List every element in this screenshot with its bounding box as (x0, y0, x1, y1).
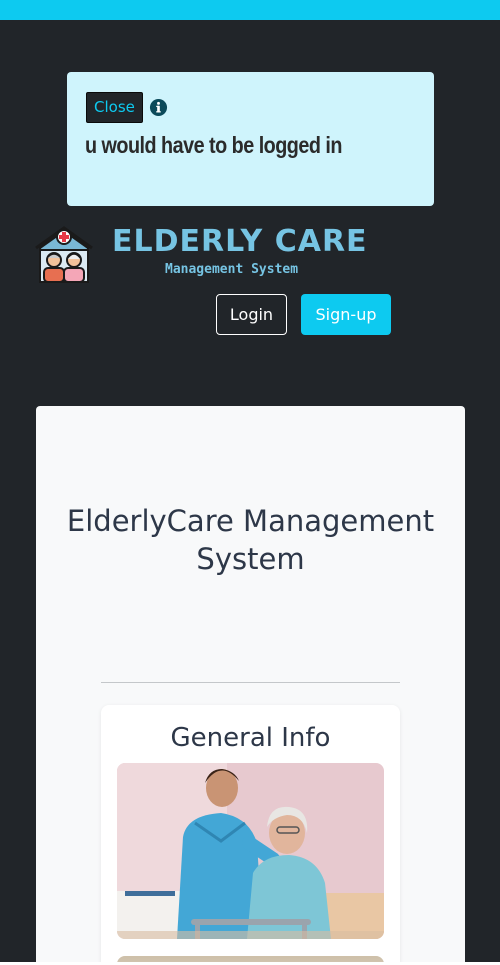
login-button[interactable]: Login (216, 294, 287, 335)
signup-button[interactable]: Sign-up (301, 294, 391, 335)
close-button[interactable]: Close (86, 92, 143, 123)
main-card: ElderlyCare Management System General In… (36, 406, 465, 965)
notice-marquee-text: To access this feature, you would have t… (86, 132, 342, 158)
info-circle-icon (149, 98, 168, 117)
logo-subtitle: Management System (165, 262, 299, 277)
general-info-title: General Info (170, 723, 331, 753)
caregiver-photo (117, 763, 384, 939)
logo-title: ELDERLY CARE (112, 224, 368, 259)
top-accent-bar (0, 0, 500, 20)
login-notice-alert: Close To access this feature, you would … (67, 72, 434, 206)
house-elderly-icon (35, 226, 93, 283)
page-title: ElderlyCare Management System (66, 504, 435, 576)
site-logo[interactable]: ELDERLY CARE Management System (32, 222, 367, 286)
notice-marquee: To access this feature, you would have t… (86, 130, 380, 160)
divider (101, 682, 400, 683)
general-info-card[interactable]: General Info (101, 705, 400, 965)
